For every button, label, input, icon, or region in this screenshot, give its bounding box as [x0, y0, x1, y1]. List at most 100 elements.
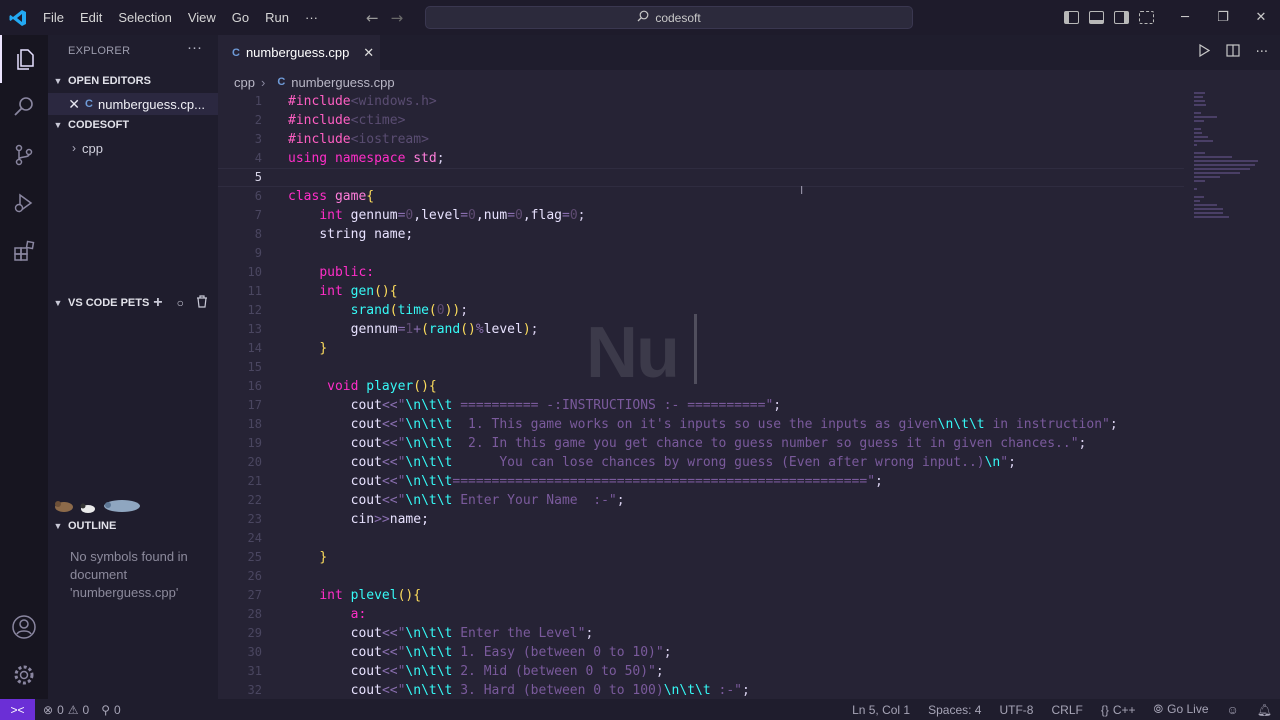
back-arrow-icon[interactable]: ← — [366, 9, 379, 27]
code-line[interactable]: 13 gennum=1+(rand()%level); — [218, 320, 1184, 339]
editor-more-icon[interactable]: ··· — [1256, 45, 1268, 60]
code-line[interactable]: 14 } — [218, 339, 1184, 358]
minimize-icon[interactable]: ─ — [1166, 10, 1204, 25]
toggle-panel-icon[interactable] — [1089, 11, 1104, 24]
code-line[interactable]: 5 — [218, 168, 1184, 187]
code-line[interactable]: 18 cout<<"\n\t\t 1. This game works on i… — [218, 415, 1184, 434]
ports-indicator[interactable]: ⚲ 0 — [101, 703, 120, 717]
code-token: << — [381, 645, 398, 660]
pets-animation[interactable] — [52, 495, 142, 515]
codesoft-folder-header[interactable]: ▼ CODESOFT — [48, 114, 218, 136]
outline-label: OUTLINE — [68, 520, 117, 532]
code-line[interactable]: 30 cout<<"\n\t\t 1. Easy (between 0 to 1… — [218, 643, 1184, 662]
code-line[interactable]: 26 — [218, 567, 1184, 586]
code-line[interactable]: 2 #include<ctime> — [218, 111, 1184, 130]
code-editor[interactable]: 1 #include<windows.h> 2 #include<ctime> 3 #in… — [218, 92, 1184, 698]
code-line[interactable]: 25 } — [218, 548, 1184, 567]
explorer-more-icon[interactable]: ··· — [187, 39, 202, 56]
go-live-button[interactable]: ⦾ Go Live — [1154, 702, 1209, 717]
code-line[interactable]: 15 — [218, 358, 1184, 377]
search-view-icon[interactable] — [0, 83, 48, 131]
encoding[interactable]: UTF-8 — [999, 703, 1033, 717]
nav-arrows: ← → — [366, 0, 403, 35]
code-line[interactable]: 27 int plevel(){ — [218, 586, 1184, 605]
settings-gear-icon[interactable] — [0, 651, 48, 699]
toggle-sidebar-icon[interactable] — [1064, 11, 1079, 24]
code-line[interactable]: 16 void player(){ — [218, 377, 1184, 396]
code-line[interactable]: 3 #include<iostream> — [218, 130, 1184, 149]
run-debug-icon[interactable] — [0, 179, 48, 227]
notifications-bell-icon[interactable]: 🔔︎ — [1257, 703, 1272, 717]
feedback-icon[interactable]: ☺ — [1227, 703, 1239, 717]
explorer-icon[interactable] — [0, 35, 48, 83]
menu-file[interactable]: File — [35, 0, 72, 35]
menu-run[interactable]: Run — [257, 0, 297, 35]
menu-view[interactable]: View — [180, 0, 224, 35]
code-token: cin — [350, 512, 375, 527]
trash-icon[interactable] — [196, 295, 208, 311]
code-line[interactable]: 17 cout<<"\n\t\t ========== -:INSTRUCTIO… — [218, 396, 1184, 415]
code-line[interactable]: 4 using namespace std; — [218, 149, 1184, 168]
code-line[interactable]: 21 cout<<"\n\t\t========================… — [218, 472, 1184, 491]
cursor-position[interactable]: Ln 5, Col 1 — [852, 703, 910, 717]
source-control-icon[interactable] — [0, 131, 48, 179]
menu-more[interactable]: ··· — [297, 0, 326, 35]
tab-numberguess[interactable]: C numberguess.cpp ✕ — [218, 35, 380, 70]
restore-icon[interactable]: ❐ — [1204, 10, 1242, 25]
code-token: << — [381, 683, 398, 698]
close-window-icon[interactable]: ✕ — [1242, 10, 1280, 25]
code-line[interactable]: 10 public: — [218, 263, 1184, 282]
code-line[interactable]: 22 cout<<"\n\t\t Enter Your Name :-"; — [218, 491, 1184, 510]
toggle-secondary-sidebar-icon[interactable] — [1114, 11, 1129, 24]
account-icon[interactable] — [0, 603, 48, 651]
code-line[interactable]: 19 cout<<"\n\t\t 2. In this game you get… — [218, 434, 1184, 453]
split-editor-icon[interactable] — [1225, 44, 1240, 61]
folder-item-cpp[interactable]: › cpp — [48, 137, 218, 159]
indentation[interactable]: Spaces: 4 — [928, 703, 981, 717]
minimap[interactable] — [1186, 92, 1280, 698]
breadcrumb-file[interactable]: numberguess.cpp — [291, 75, 394, 90]
extensions-icon[interactable] — [0, 227, 48, 275]
open-editor-item[interactable]: ✕ C numberguess.cp... — [48, 93, 218, 115]
code-line[interactable]: 6 class game{ — [218, 187, 1184, 206]
close-editor-icon[interactable]: ✕ — [48, 96, 80, 113]
code-line[interactable]: 12 srand(time(0)); — [218, 301, 1184, 320]
remote-indicator[interactable]: >< — [0, 699, 35, 720]
code-line[interactable]: 24 — [218, 529, 1184, 548]
menu-selection[interactable]: Selection — [110, 0, 179, 35]
code-line[interactable]: 32 cout<<"\n\t\t 3. Hard (between 0 to 1… — [218, 681, 1184, 698]
forward-arrow-icon[interactable]: → — [391, 9, 404, 27]
code-line[interactable]: 9 — [218, 244, 1184, 263]
line-ending[interactable]: CRLF — [1051, 703, 1082, 717]
vscode-pets-header[interactable]: ▼ VS CODE PETS + ○ — [48, 292, 218, 314]
close-tab-icon[interactable]: ✕ — [363, 45, 374, 61]
code-text: cout<< " \n\t\t You can lose chances by wr… — [288, 453, 1016, 472]
run-file-icon[interactable] — [1198, 43, 1210, 61]
code-line[interactable]: 7 int gennum=0,level=0,num=0,flag=0; — [218, 206, 1184, 225]
customize-layout-icon[interactable] — [1139, 11, 1154, 24]
code-line[interactable]: 28 a: — [218, 605, 1184, 624]
code-line[interactable]: 8 string name; — [218, 225, 1184, 244]
language-mode[interactable]: {} C++ — [1101, 703, 1136, 717]
code-line[interactable]: 20 cout<< " \n\t\t You can lose chances by… — [218, 453, 1184, 472]
open-editors-header[interactable]: ▼ OPEN EDITORS — [48, 70, 218, 92]
code-line[interactable]: 23 cin>>name; — [218, 510, 1184, 529]
menu-go[interactable]: Go — [224, 0, 257, 35]
command-center-search[interactable]: codesoft — [425, 6, 913, 29]
ball-icon[interactable]: ○ — [177, 296, 184, 310]
code-line[interactable]: 29 cout<<"\n\t\t Enter the Level"; — [218, 624, 1184, 643]
add-pet-icon[interactable]: + — [153, 294, 162, 312]
problems-indicator[interactable]: ⊗ 0 ⚠ 0 — [43, 703, 89, 717]
code-line[interactable]: 11 int gen(){ — [218, 282, 1184, 301]
code-token: = — [460, 208, 469, 223]
breadcrumb-folder[interactable]: cpp — [234, 75, 255, 90]
code-token: = — [561, 208, 570, 223]
code-token: ( — [421, 322, 429, 337]
outline-header[interactable]: ▼ OUTLINE — [48, 515, 218, 537]
code-line[interactable]: 31 cout<<"\n\t\t 2. Mid (between 0 to 50… — [218, 662, 1184, 681]
line-number: 1 — [254, 94, 262, 108]
code-line[interactable]: 1 #include<windows.h> — [218, 92, 1184, 111]
menu-edit[interactable]: Edit — [72, 0, 110, 35]
line-number: 8 — [254, 227, 262, 241]
